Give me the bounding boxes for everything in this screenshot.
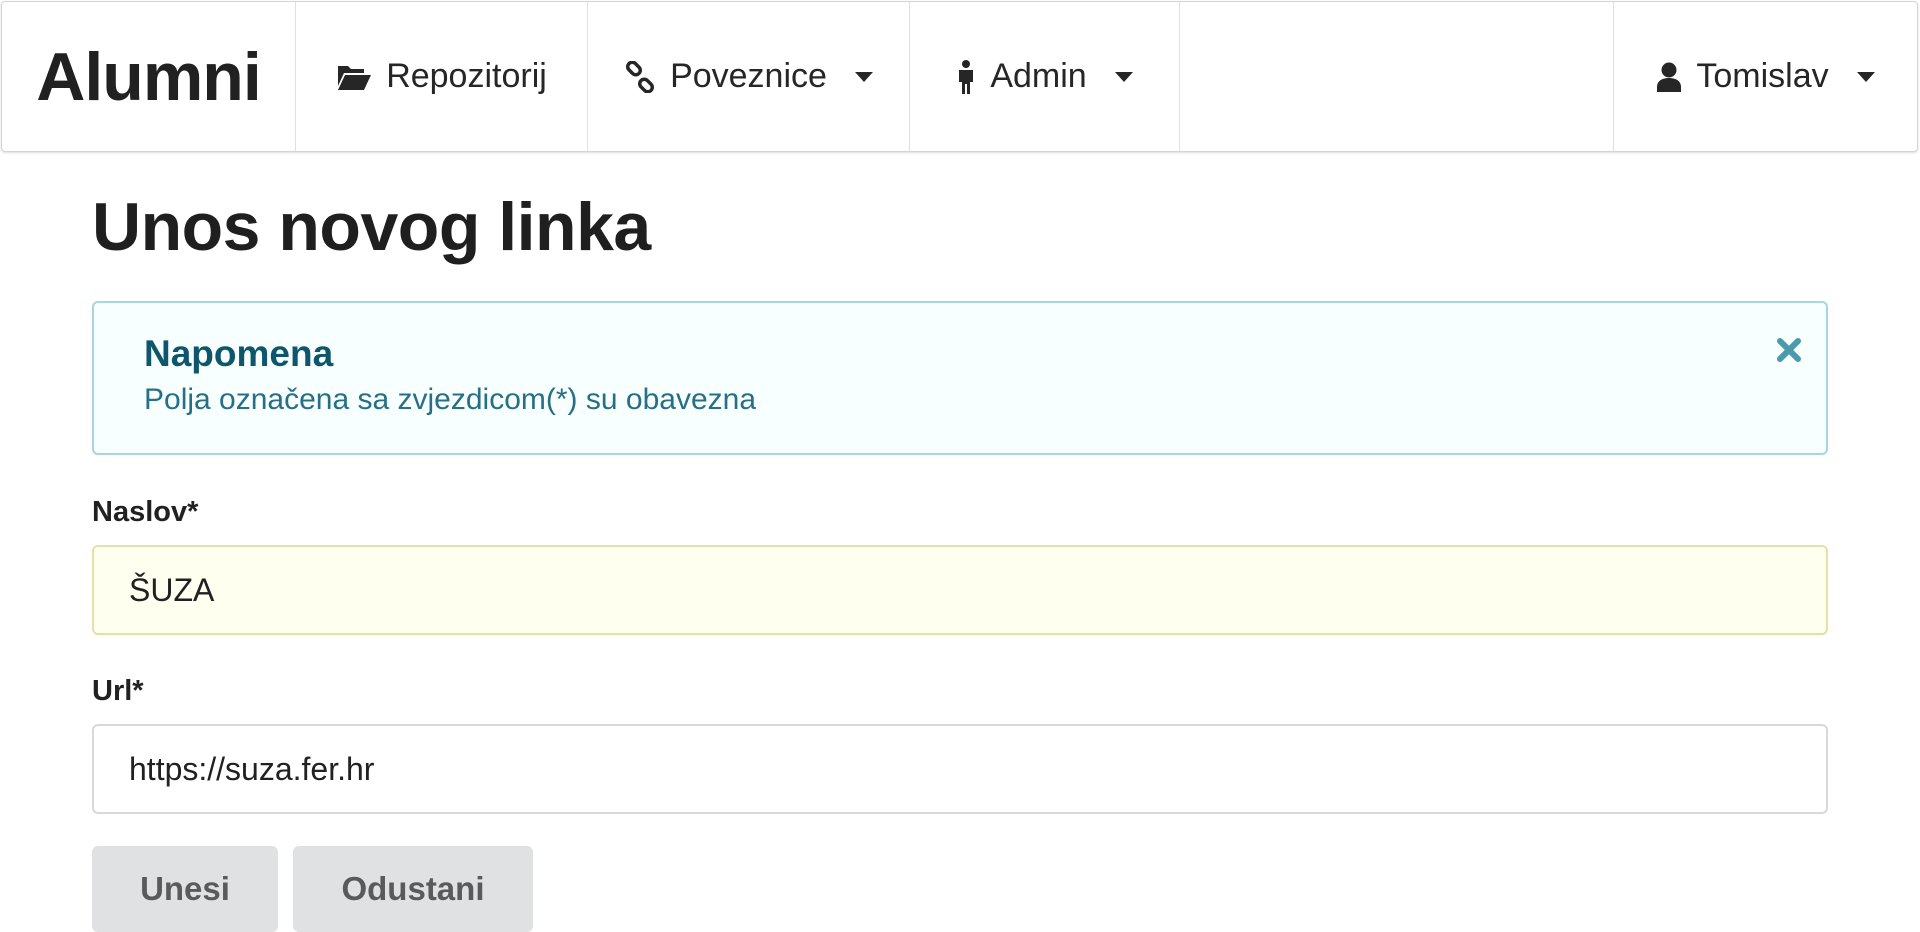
nav-item-admin[interactable]: Admin xyxy=(910,2,1180,151)
submit-button[interactable]: Unesi xyxy=(92,846,278,932)
naslov-label: Naslov* xyxy=(92,496,199,528)
naslov-input[interactable] xyxy=(92,545,1828,635)
cancel-button[interactable]: Odustani xyxy=(293,846,533,932)
chevron-down-icon xyxy=(854,71,873,82)
nav-item-label: Poveznice xyxy=(670,57,827,95)
message-content: Polja označena sa zvjezdicom(*) su obave… xyxy=(144,383,756,416)
user-name: Tomislav xyxy=(1696,57,1829,95)
close-icon[interactable] xyxy=(1774,335,1804,365)
chevron-down-icon xyxy=(1856,71,1875,82)
user-icon xyxy=(1657,62,1682,92)
url-label: Url* xyxy=(92,675,144,707)
message-header: Napomena xyxy=(144,333,334,374)
nav-item-label: Admin xyxy=(990,57,1087,95)
top-navbar: Alumni Repozitorij Poveznice Admin Tomis… xyxy=(1,1,1918,152)
user-menu[interactable]: Tomislav xyxy=(1614,2,1917,151)
nav-item-label: Repozitorij xyxy=(386,57,547,95)
male-icon xyxy=(959,59,974,94)
chevron-down-icon xyxy=(1114,71,1133,82)
brand-logo[interactable]: Alumni xyxy=(2,2,296,151)
chain-icon xyxy=(626,60,655,93)
folder-open-icon xyxy=(338,65,372,90)
info-message: Napomena Polja označena sa zvjezdicom(*)… xyxy=(92,301,1828,455)
nav-item-repozitorij[interactable]: Repozitorij xyxy=(296,2,588,151)
url-input[interactable] xyxy=(92,724,1828,814)
navbar-spacer xyxy=(1180,2,1614,151)
nav-item-poveznice[interactable]: Poveznice xyxy=(588,2,910,151)
page-title: Unos novog linka xyxy=(92,189,651,265)
